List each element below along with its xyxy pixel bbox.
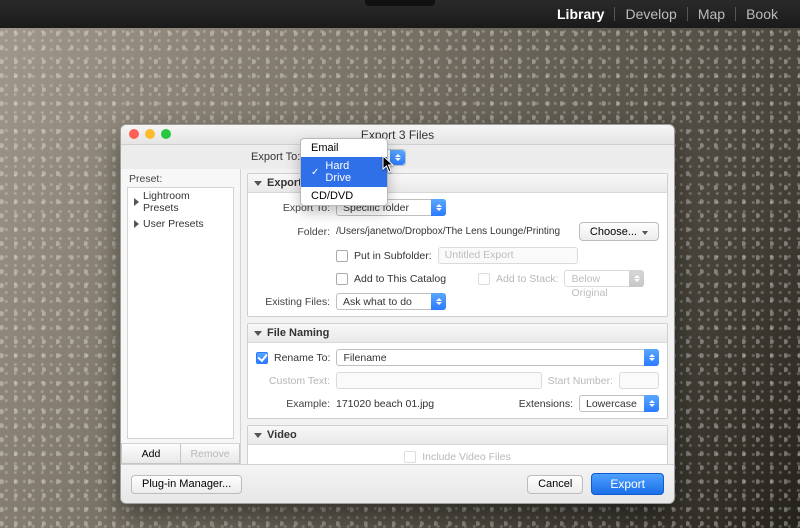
chevron-updown-icon <box>644 395 659 412</box>
field-label: Extensions: <box>519 398 573 410</box>
preset-group-label: User Presets <box>143 218 204 230</box>
menu-item-email[interactable]: Email <box>301 139 387 157</box>
select-value: Below Original <box>571 273 607 299</box>
cancel-button[interactable]: Cancel <box>527 475 583 494</box>
chevron-updown-icon <box>629 270 644 287</box>
stack-position-select: Below Original <box>564 270 644 287</box>
choose-folder-button[interactable]: Choose... <box>579 222 659 241</box>
cursor-icon <box>382 155 396 178</box>
preset-group[interactable]: Lightroom Presets <box>128 188 233 216</box>
chevron-updown-icon <box>431 199 446 216</box>
select-value: Lowercase <box>586 398 637 410</box>
settings-panels[interactable]: Export Location Export To: Specific fold… <box>241 169 674 464</box>
traffic-lights[interactable] <box>129 129 171 139</box>
preset-sidebar: Preset: Lightroom Presets User Presets A… <box>121 169 241 464</box>
export-destination-row: Export To: <box>121 145 674 169</box>
plugin-manager-button[interactable]: Plug-in Manager... <box>131 475 242 494</box>
custom-text-input <box>336 372 542 389</box>
filename-template-select[interactable]: Filename <box>336 349 659 366</box>
panel-video: Video Include Video Files Video Format: … <box>247 425 668 464</box>
preset-list[interactable]: Lightroom Presets User Presets <box>127 187 234 439</box>
button-label: Choose... <box>590 226 637 238</box>
module-library[interactable]: Library <box>547 6 614 22</box>
remove-preset-button: Remove <box>180 444 240 464</box>
dialog-titlebar[interactable]: Export 3 Files <box>121 125 674 145</box>
preset-group[interactable]: User Presets <box>128 216 233 232</box>
export-button[interactable]: Export <box>591 473 664 495</box>
menu-item-cd-dvd[interactable]: CD/DVD <box>301 187 387 205</box>
disclosure-icon <box>134 198 139 206</box>
add-to-catalog-checkbox[interactable] <box>336 273 348 285</box>
put-in-subfolder-checkbox[interactable] <box>336 250 348 262</box>
subfolder-name-input: Untitled Export <box>438 247 578 264</box>
select-value: Ask what to do <box>343 296 412 308</box>
existing-files-select[interactable]: Ask what to do <box>336 293 446 310</box>
disclosure-down-icon <box>254 181 262 186</box>
start-number-input <box>619 372 659 389</box>
select-value: Filename <box>343 352 386 364</box>
module-book[interactable]: Book <box>736 6 788 22</box>
export-to-label: Export To: <box>251 151 300 163</box>
export-to-popup-menu[interactable]: Email Hard Drive CD/DVD <box>300 138 388 206</box>
field-label: Custom Text: <box>256 375 330 387</box>
module-develop[interactable]: Develop <box>615 6 686 22</box>
module-map[interactable]: Map <box>688 6 735 22</box>
export-dialog: Export 3 Files Export To: Preset: Lightr… <box>120 124 675 504</box>
checkbox-label: Add to Stack: <box>496 273 558 285</box>
add-to-stack-checkbox <box>478 273 490 285</box>
minimize-icon[interactable] <box>145 129 155 139</box>
panel-header[interactable]: File Naming <box>248 324 667 343</box>
panel-title: Video <box>267 429 297 441</box>
filename-example: 171020 beach 01.jpg <box>336 398 434 410</box>
panel-header[interactable]: Video <box>248 426 667 445</box>
menu-item-hard-drive[interactable]: Hard Drive <box>301 157 387 187</box>
extensions-select[interactable]: Lowercase <box>579 395 659 412</box>
field-label: Existing Files: <box>256 296 330 308</box>
checkbox-label: Add to This Catalog <box>354 273 446 285</box>
include-video-checkbox[interactable] <box>404 451 416 463</box>
window-notch <box>365 0 435 6</box>
dialog-footer: Plug-in Manager... Cancel Export <box>121 464 674 503</box>
disclosure-down-icon <box>254 433 262 438</box>
disclosure-down-icon <box>254 331 262 336</box>
checkbox-label: Rename To: <box>274 352 330 364</box>
chevron-updown-icon <box>644 349 659 366</box>
close-icon[interactable] <box>129 129 139 139</box>
field-label: Example: <box>256 398 330 410</box>
menu-item-label: Hard Drive <box>325 160 377 184</box>
checkbox-label: Include Video Files <box>422 451 511 463</box>
field-label: Start Number: <box>548 375 613 387</box>
preset-group-label: Lightroom Presets <box>143 190 227 214</box>
zoom-icon[interactable] <box>161 129 171 139</box>
folder-path: /Users/janetwo/Dropbox/The Lens Lounge/P… <box>336 226 573 237</box>
chevron-down-icon <box>642 231 648 235</box>
panel-file-naming: File Naming Rename To: Filename Custom T… <box>247 323 668 419</box>
rename-to-checkbox[interactable] <box>256 352 268 364</box>
add-preset-button[interactable]: Add <box>121 444 180 464</box>
disclosure-icon <box>134 220 139 228</box>
chevron-updown-icon <box>431 293 446 310</box>
panel-title: File Naming <box>267 327 329 339</box>
module-picker: Library Develop Map Book <box>0 0 800 28</box>
preset-header: Preset: <box>121 169 240 187</box>
field-label: Folder: <box>256 226 330 238</box>
checkbox-label: Put in Subfolder: <box>354 250 432 262</box>
